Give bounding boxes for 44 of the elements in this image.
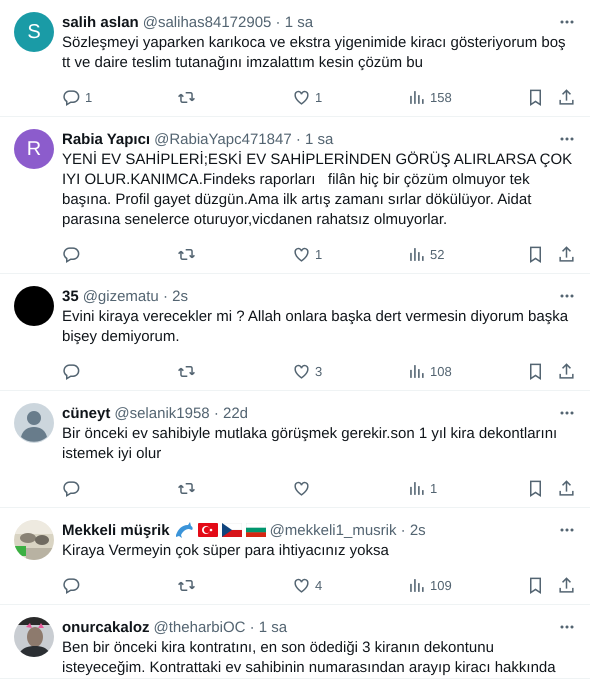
bulgaria-flag-icon [246,523,266,537]
like-count: 4 [315,578,322,592]
reply-icon[interactable] [62,244,81,264]
like-count: 3 [315,364,322,378]
views-count: 1 [430,480,438,496]
tweet-text: Sözleşmeyi yaparken karıkoca ve ekstra yigenimide kiracı gösteriyorum boş tt ve daire teslim tutanağını imzalattım kesin çözüm bu [62,33,567,73]
reply-icon[interactable] [62,362,81,380]
share-icon[interactable] [557,88,576,106]
tweet-text: YENİ EV SAHİPLERİ;ESKİ EV SAHİPLERİNDEN GÖRÜŞ ALIRLARSA ÇOK IYI OLUR.KANIMCA.Findeks raporları filân hiç bir çözüm olmuyor tek başına. Profil gayet düzgün.Ama ilk artış zamanı sırlar dökülüyor. Aidat parasına senelerce oturuyor,vicdanen rahatsız olmuyorlar. [62,150,574,230]
share-icon[interactable] [557,478,576,498]
share-icon[interactable] [557,244,576,264]
avatar[interactable] [14,286,54,326]
handle-and-time: @selanik1958 · 22d [114,404,248,422]
views-count: 158 [430,90,452,104]
tweet-text: Bir önceki ev sahibiyle mutlaka görüşmek gerekir.son 1 yıl kira dekontlarını istemek iyi olur [62,424,558,464]
handle-and-time: @RabiaYapc471847 · 1 sa [154,130,334,148]
reply-icon[interactable] [62,88,81,106]
reply-icon[interactable] [62,478,81,498]
views-count: 109 [430,578,452,592]
handle-and-time: @gizematu · 2s [82,288,188,304]
avatar[interactable]: R [14,129,54,169]
handle-and-time: @theharbiOC · 1 sa [154,618,288,636]
tweet-text: Kiraya Vermeyin çok süper para ihtiyacınız yoksa [62,541,390,561]
views-count: 52 [430,246,444,262]
user-name[interactable]: Mekkeli müşrik [62,522,170,538]
like-count: 1 [315,90,322,104]
user-name[interactable]: cüneyt [62,404,110,422]
czech-flag-icon [222,523,242,537]
handle-and-time: @salihas84172905 · 1 sa [142,14,314,30]
user-name[interactable]: onurcakaloz [62,618,150,636]
user-name[interactable]: Rabia Yapıcı [62,130,150,148]
user-name[interactable]: 35 [62,288,79,304]
share-icon[interactable] [557,362,576,380]
reply-count: 1 [85,90,92,104]
reply-icon[interactable] [62,576,81,594]
views-count: 108 [430,364,452,378]
handle-and-time: @mekkeli1_musrik · 2s [270,522,426,538]
share-icon[interactable] [557,576,576,594]
user-name[interactable]: salih aslan [62,14,139,30]
like-count: 1 [315,246,322,262]
tweet-text: Ben bir önceki kira kontratını, en son ödediği 3 kiranın dekontunu isteyeceğim. Kontrattaki ev sahibinin numarasından arayıp kiracı hakkında [62,638,557,678]
turkey-flag-icon [198,523,218,537]
tweet-text: Evini kiraya verecekler mi ? Allah onlara başka dert vermesin diyorum başka bişey demiyorum. [62,307,570,347]
dolphin-icon [174,521,194,539]
